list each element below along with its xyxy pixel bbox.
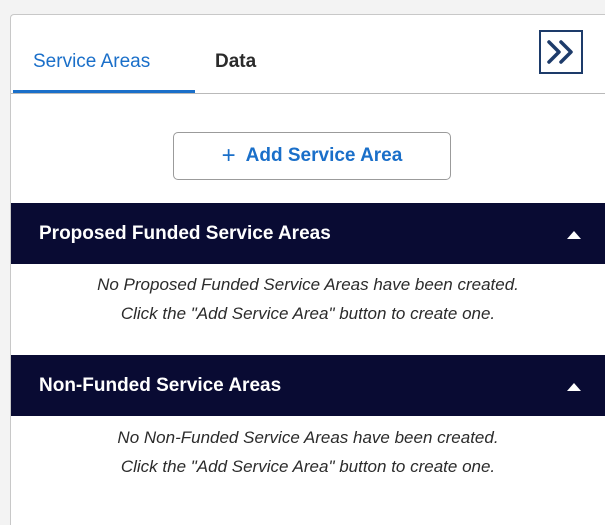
tab-data[interactable]: Data bbox=[215, 51, 256, 73]
double-chevron-right-icon bbox=[547, 40, 573, 64]
empty-state-message-non-funded: No Non-Funded Service Areas have been cr… bbox=[11, 423, 605, 481]
plus-icon: + bbox=[221, 142, 236, 169]
add-service-area-button[interactable]: + Add Service Area bbox=[173, 132, 451, 180]
section-title: Non-Funded Service Areas bbox=[39, 374, 282, 396]
empty-message-line: Click the "Add Service Area" button to c… bbox=[120, 457, 496, 476]
empty-message-line: Click the "Add Service Area" button to c… bbox=[120, 304, 496, 323]
section-header-non-funded[interactable]: Non-Funded Service Areas bbox=[11, 355, 605, 416]
active-tab-indicator bbox=[13, 90, 195, 93]
empty-state-message-proposed: No Proposed Funded Service Areas have be… bbox=[11, 270, 605, 328]
add-service-area-label: Add Service Area bbox=[245, 145, 403, 166]
section-title: Proposed Funded Service Areas bbox=[39, 222, 331, 244]
tab-bar: Service Areas Data bbox=[11, 15, 605, 94]
section-header-proposed-funded[interactable]: Proposed Funded Service Areas bbox=[11, 203, 605, 264]
collapse-panel-button[interactable] bbox=[539, 30, 583, 74]
service-areas-panel: Service Areas Data + Add Service Area Pr… bbox=[10, 14, 605, 525]
tab-service-areas[interactable]: Service Areas bbox=[33, 51, 150, 73]
collapse-triangle-icon bbox=[567, 231, 581, 239]
empty-message-line: No Non-Funded Service Areas have been cr… bbox=[117, 428, 499, 447]
collapse-triangle-icon bbox=[567, 383, 581, 391]
empty-message-line: No Proposed Funded Service Areas have be… bbox=[97, 275, 519, 294]
